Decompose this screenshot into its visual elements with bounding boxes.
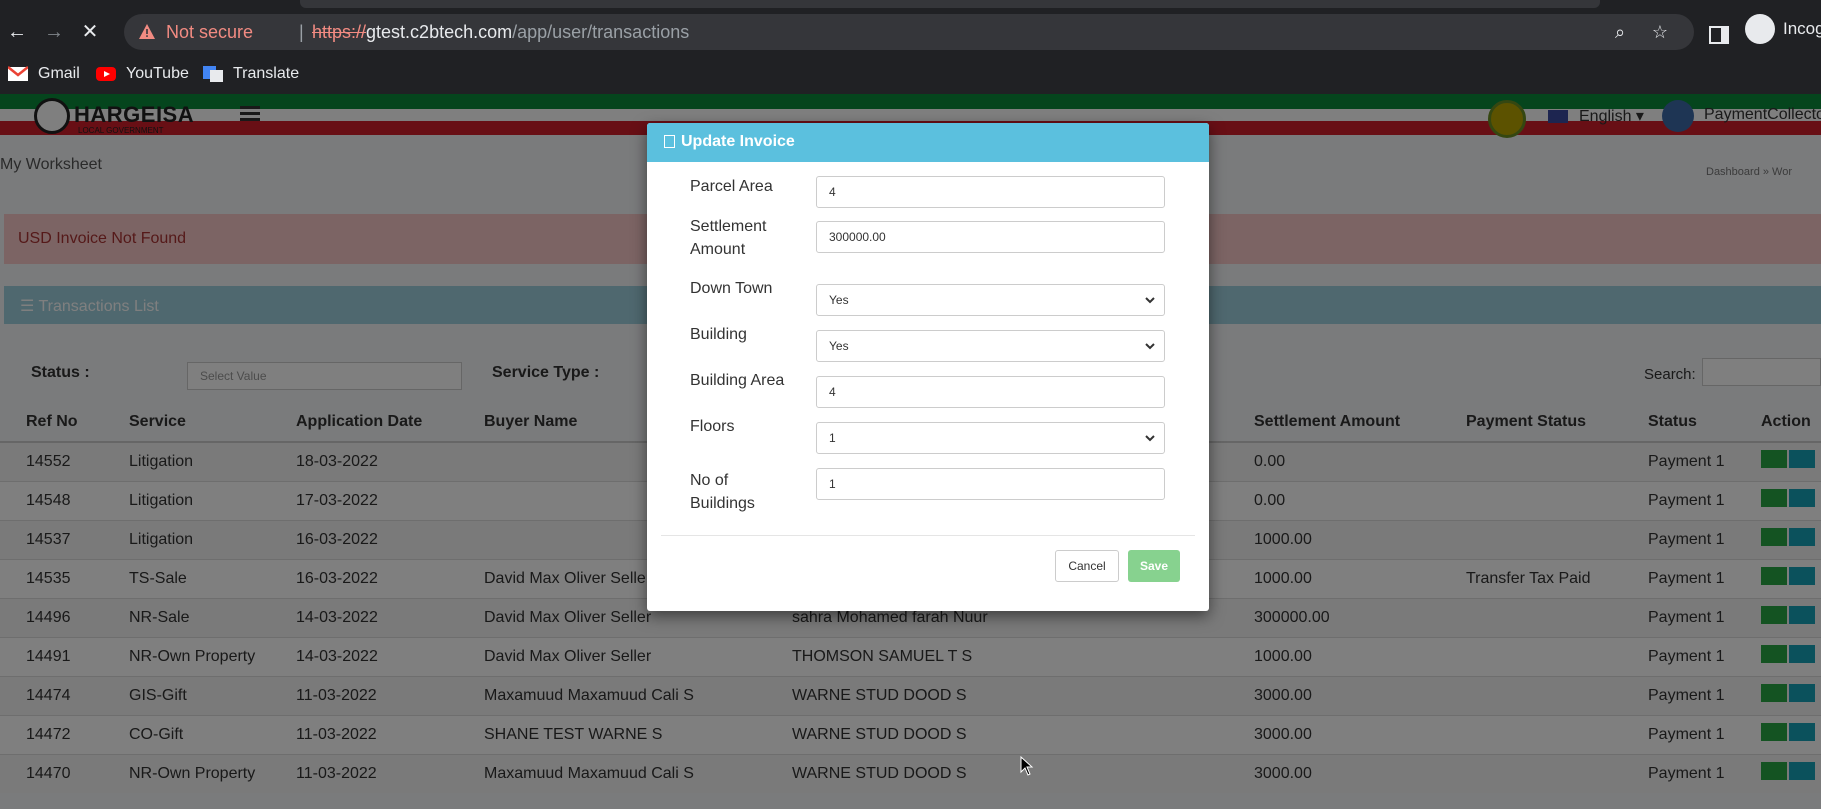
stop-loading-icon[interactable]: ✕: [78, 20, 102, 44]
url-scheme: https://: [312, 22, 367, 42]
square-icon: [664, 135, 675, 148]
settlement-amount-value: 300000.00: [829, 230, 886, 244]
youtube-icon: [96, 67, 116, 81]
side-panel-icon[interactable]: [1708, 24, 1730, 46]
parcel-area-input[interactable]: 4: [816, 176, 1165, 208]
back-arrow-icon[interactable]: ←: [5, 20, 29, 44]
incognito-label: Incog: [1783, 19, 1821, 38]
bookmark-label: YouTube: [126, 65, 189, 82]
modal-header: Update Invoice: [647, 123, 1209, 162]
zoom-icon[interactable]: ⌕: [1609, 21, 1631, 43]
bookmark-translate[interactable]: Translate: [203, 62, 299, 86]
parcel-area-value: 4: [829, 185, 836, 199]
bookmark-label: Gmail: [38, 65, 80, 82]
down-town-label: Down Town: [690, 280, 773, 297]
building-label: Building: [690, 326, 747, 343]
building-select[interactable]: Yes: [816, 330, 1165, 362]
browser-toolbar: ← → ✕ Not secure | https://gtest.c2btech…: [0, 10, 1821, 54]
bookmark-star-icon[interactable]: ☆: [1649, 21, 1671, 43]
no-of-buildings-input[interactable]: 1: [816, 468, 1165, 500]
address-separator: |: [299, 22, 304, 42]
save-button[interactable]: Save: [1128, 550, 1180, 582]
building-value: Yes: [829, 339, 849, 353]
building-area-label: Building Area: [690, 372, 785, 389]
no-of-buildings-value: 1: [829, 477, 836, 491]
gmail-icon: [8, 66, 28, 81]
cancel-button[interactable]: Cancel: [1055, 550, 1119, 582]
settlement-amount-input[interactable]: 300000.00: [816, 221, 1165, 253]
chevron-down-icon: [1145, 343, 1155, 350]
down-town-select[interactable]: Yes: [816, 284, 1165, 316]
browser-chrome: ← → ✕ Not secure | https://gtest.c2btech…: [0, 0, 1821, 94]
floors-label: Floors: [690, 418, 735, 435]
active-tab[interactable]: [300, 0, 1600, 8]
incognito-icon[interactable]: [1745, 14, 1775, 44]
bookmarks-bar: Gmail YouTube Translate: [0, 54, 1821, 94]
settlement-amount-label: Settlement Amount: [690, 218, 767, 258]
parcel-area-label: Parcel Area: [690, 178, 773, 195]
url-host: gtest.c2btech.com: [366, 22, 513, 42]
chevron-down-icon: [1145, 435, 1155, 442]
building-area-value: 4: [829, 385, 836, 399]
tab-strip: [0, 0, 1821, 10]
modal-title: Update Invoice: [681, 133, 795, 150]
no-of-buildings-label: No of Buildings: [690, 472, 755, 512]
url-path: /app/user/transactions: [512, 22, 690, 42]
down-town-value: Yes: [829, 293, 849, 307]
chevron-down-icon: [1145, 297, 1155, 304]
address-bar[interactable]: Not secure | https://gtest.c2btech.com/a…: [124, 14, 1694, 50]
floors-select[interactable]: 1: [816, 422, 1165, 454]
warning-icon: [139, 24, 155, 39]
mouse-cursor-icon: [1020, 756, 1034, 776]
bookmark-youtube[interactable]: YouTube: [96, 62, 189, 86]
bookmark-gmail[interactable]: Gmail: [8, 62, 80, 86]
translate-icon: [203, 66, 223, 82]
url-text: https://gtest.c2btech.com/app/user/trans…: [312, 22, 689, 43]
floors-value: 1: [829, 431, 836, 445]
bookmark-label: Translate: [233, 65, 300, 82]
forward-arrow-icon[interactable]: →: [42, 20, 66, 44]
update-invoice-modal: Update Invoice Parcel Area 4 Settlement …: [647, 123, 1209, 611]
not-secure-label: Not secure: [166, 22, 254, 42]
building-area-input[interactable]: 4: [816, 376, 1165, 408]
modal-divider: [661, 535, 1195, 536]
